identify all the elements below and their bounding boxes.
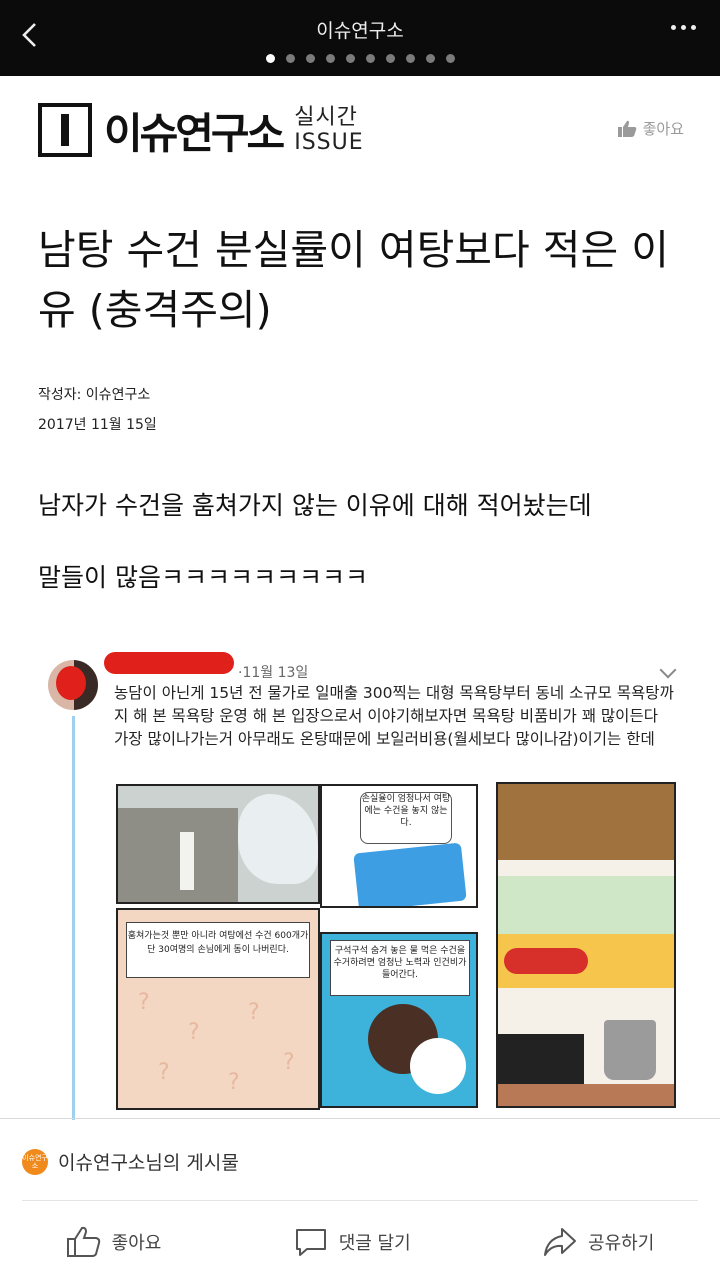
page-indicator-dot[interactable]: [345, 54, 355, 63]
logo-sub-top: 실시간: [294, 104, 358, 130]
share-icon: [544, 1228, 577, 1256]
comic-panel-strip: [496, 782, 676, 1108]
comic-panel-building: [116, 784, 320, 904]
logo-sub-bottom: ISSUE: [294, 129, 364, 155]
comment-label: 댓글 달기: [338, 1233, 411, 1254]
top-bar: 이슈연구소: [0, 0, 720, 76]
article-paragraph: 말들이 많음ㅋㅋㅋㅋㅋㅋㅋㅋㅋ: [38, 563, 368, 592]
embedded-tweet-image[interactable]: ·11월 13일 농담이 아닌게 15년 전 물가로 일매출 300찍는 대형 …: [38, 642, 688, 1120]
comment-icon: [295, 1229, 326, 1256]
page-post-link[interactable]: 이슈연구소 이슈연구소님의 게시물: [22, 1148, 239, 1175]
article-author: 작성자: 이슈연구소: [38, 387, 151, 403]
page-indicator: [0, 54, 720, 63]
logo-subtitle: 실시간 ISSUE: [294, 104, 364, 155]
logo-mark: [38, 103, 92, 157]
page-indicator-dot[interactable]: [305, 54, 315, 63]
page-post-label: 이슈연구소님의 게시물: [58, 1152, 239, 1174]
chevron-down-icon: [659, 661, 677, 679]
article-title: 남탕 수건 분실률이 여탕보다 적은 이유 (충격주의): [38, 226, 669, 334]
more-dots-icon[interactable]: [671, 25, 696, 30]
comic-bubble: 손실율이 엄청나서 여탕에는 수건을 놓지 않는다.: [360, 792, 452, 844]
share-button[interactable]: 공유하기: [542, 1225, 654, 1259]
tweet-text: 농담이 아닌게 15년 전 물가로 일매출 300찍는 대형 목욕탕부터 동네 …: [114, 684, 674, 748]
comic-panel-towel: 손실율이 엄청나서 여탕에는 수건을 놓지 않는다.: [320, 784, 478, 908]
page-indicator-dot[interactable]: [325, 54, 335, 63]
page-indicator-dot[interactable]: [405, 54, 415, 63]
page-indicator-dot[interactable]: [445, 54, 455, 63]
divider: [22, 1200, 698, 1201]
comic-bubble: 구석구석 숨겨 놓은 물 먹은 수건을 수거하려면 엄청난 노력과 인건비가 들…: [330, 940, 470, 996]
logo-name: 이슈연구소: [104, 108, 285, 158]
comic-bubble: 훔쳐가는것 뿐만 아니라 여탕에선 수건 600개가 단 30여명의 손님에게 …: [126, 922, 310, 978]
page-like-label: 좋아요: [642, 120, 684, 138]
towel-illustration: [353, 842, 467, 906]
page-indicator-dot[interactable]: [265, 54, 275, 63]
like-button[interactable]: 좋아요: [66, 1225, 162, 1259]
share-label: 공유하기: [588, 1233, 655, 1254]
divider: [0, 1118, 720, 1119]
page-like-button[interactable]: 좋아요: [617, 118, 684, 139]
window-title: 이슈연구소: [316, 20, 404, 42]
tweet-date: ·11월 13일: [238, 665, 309, 681]
redacted-username: [104, 652, 234, 674]
page-indicator-dot[interactable]: [385, 54, 395, 63]
comic-panel-question: ? ? ? ? ? ? 훔쳐가는것 뿐만 아니라 여탕에선 수건 600개가 단…: [116, 908, 320, 1110]
page-indicator-dot[interactable]: [365, 54, 375, 63]
page-avatar-icon: 이슈연구소: [22, 1148, 48, 1175]
article-meta: 작성자: 이슈연구소 2017년 11월 15일: [38, 380, 157, 440]
avatar: [48, 660, 98, 710]
comment-button[interactable]: 댓글 달기: [293, 1225, 411, 1259]
brand-logo: 이슈연구소 실시간 ISSUE: [38, 100, 364, 160]
like-label: 좋아요: [111, 1233, 162, 1254]
article-paragraph: 남자가 수건을 훔쳐가지 않는 이유에 대해 적어놨는데: [38, 491, 592, 520]
thread-line: [72, 716, 75, 1120]
article-date: 2017년 11월 15일: [38, 417, 157, 433]
page-indicator-dot[interactable]: [425, 54, 435, 63]
thumbs-up-icon: [617, 120, 636, 137]
comic-panel-water: 구석구석 숨겨 놓은 물 먹은 수건을 수거하려면 엄청난 노력과 인건비가 들…: [320, 932, 478, 1108]
action-bar: 좋아요 댓글 달기 공유하기: [0, 1210, 720, 1274]
thumbs-up-icon: [66, 1226, 100, 1257]
page-indicator-dot[interactable]: [285, 54, 295, 63]
